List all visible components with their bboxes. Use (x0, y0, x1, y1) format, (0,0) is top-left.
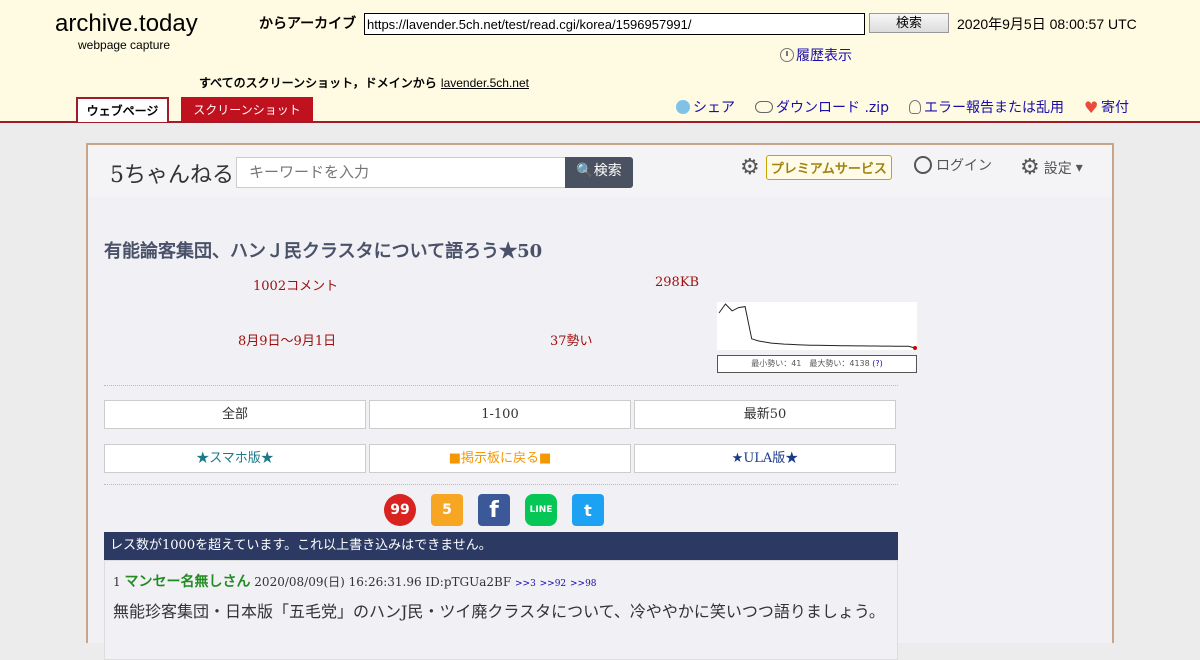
thread-size: 298KB (655, 275, 700, 290)
all-screenshots-prefix: すべてのスクリーンショット，ドメインから (199, 76, 437, 90)
settings-menu[interactable]: ⚙ 設定 ▾ (1020, 155, 1083, 180)
post-ref-link[interactable]: >>3 (515, 579, 536, 589)
thread-full-notice: レス数が1000を超えています。これ以上書き込みはできません。 (104, 532, 898, 560)
post-ref-link[interactable]: >>98 (570, 579, 597, 589)
history-link[interactable]: 履歴表示 (780, 45, 852, 65)
site-topbar: 5ちゃんねる 🔍検索 ⚙ プレミアムサービス ログイン ⚙ 設定 ▾ (88, 145, 1112, 197)
thread-links: ★スマホ版★ ■掲示板に戻る■ ★ULA版★ (104, 444, 896, 473)
social-share-bar: 99 5 f LINE t (384, 494, 604, 526)
graph-caption-text: 最小勢い：41 最大勢い：4138 (751, 359, 870, 368)
momentum-end-point (913, 346, 917, 350)
tab-screenshot[interactable]: スクリーンショット (181, 97, 313, 121)
settings-label: 設定 (1043, 160, 1072, 177)
archived-page: 5ちゃんねる 🔍検索 ⚙ プレミアムサービス ログイン ⚙ 設定 ▾ 有能論客集… (86, 143, 1114, 660)
post-header: 1 マンセー名無しさん 2020/08/09(日) 16:26:31.96 ID… (113, 571, 597, 591)
post: 1 マンセー名無しさん 2020/08/09(日) 16:26:31.96 ID… (104, 560, 898, 660)
thread-period: 8月9日〜9月1日 (238, 334, 337, 349)
all-screenshots-line: すべてのスクリーンショット，ドメインから lavender.5ch.net (199, 74, 529, 91)
heart-icon: ♥ (1084, 97, 1099, 117)
divider (104, 484, 898, 485)
archive-logo-subtitle: webpage capture (78, 38, 171, 52)
keyword-search-label: 検索 (593, 163, 622, 179)
history-link-label: 履歴表示 (796, 48, 852, 64)
share-99-icon[interactable]: 99 (384, 494, 416, 526)
thread-nav: 全部 1-100 最新50 (104, 400, 896, 429)
post-author: マンセー名無しさん (124, 574, 251, 590)
post-date-id: 2020/08/09(日) 16:26:31.96 ID:pTGUa2BF (254, 575, 512, 589)
share-5ch-icon[interactable]: 5 (431, 494, 463, 526)
nav-all-button[interactable]: 全部 (104, 400, 366, 429)
thread-momentum: 37勢い (550, 334, 593, 349)
tab-webpage[interactable]: ウェブページ (76, 97, 169, 122)
post-ref-link[interactable]: >>92 (540, 579, 567, 589)
share-label: シェア (693, 100, 735, 116)
domain-link[interactable]: lavender.5ch.net (441, 76, 529, 90)
badge-icon: ⚙ (740, 155, 760, 180)
post-body: 無能珍客集団・日本版「五毛党」のハンJ民・ツイ廃クラスタについて、冷ややかに笑い… (113, 602, 885, 621)
thread-title: 有能論客集団、ハンＪ民クラスタについて語ろう★50 (104, 241, 543, 262)
donate-link[interactable]: ♥ 寄付 (1084, 97, 1129, 117)
comment-count: 1002コメント (253, 279, 339, 294)
download-link[interactable]: ダウンロード .zip (755, 97, 889, 117)
momentum-line (718, 303, 916, 349)
share-link[interactable]: シェア (676, 97, 735, 117)
capture-date: 2020年9月5日 08:00:57 UTC (957, 16, 1137, 32)
clock-icon (780, 48, 794, 62)
keyword-search-input[interactable] (236, 157, 566, 188)
line-icon[interactable]: LINE (525, 494, 557, 526)
site-logo[interactable]: 5ちゃんねる (110, 157, 234, 189)
login-label: ログイン (936, 158, 992, 174)
archive-url-label: からアーカイブ (259, 16, 357, 32)
facebook-icon[interactable]: f (478, 494, 510, 526)
donate-label: 寄付 (1101, 100, 1130, 116)
report-link[interactable]: エラー報告または乱用 (909, 97, 1064, 117)
archive-search-button[interactable]: 検索 (869, 13, 949, 33)
momentum-graph-caption: 最小勢い：41 最大勢い：4138 (?) (717, 355, 917, 373)
ula-version-link[interactable]: ★ULA版★ (634, 444, 896, 473)
login-icon (914, 156, 932, 174)
smartphone-version-link[interactable]: ★スマホ版★ (104, 444, 366, 473)
premium-label: プレミアムサービス (765, 155, 892, 180)
back-to-board-link[interactable]: ■掲示板に戻る■ (369, 444, 631, 473)
twitter-icon[interactable]: t (572, 494, 604, 526)
graph-help-link[interactable]: (?) (872, 359, 883, 368)
momentum-graph (717, 302, 917, 350)
nav-latest50-button[interactable]: 最新50 (634, 400, 896, 429)
gear-icon: ⚙ (1020, 155, 1040, 180)
login-link[interactable]: ログイン (914, 155, 992, 175)
download-label: ダウンロード .zip (776, 100, 890, 116)
divider (104, 385, 898, 386)
archive-actions: シェア ダウンロード .zip エラー報告または乱用 ♥ 寄付 (676, 97, 1129, 117)
bulb-icon (909, 100, 922, 114)
keyword-search-button[interactable]: 🔍検索 (565, 157, 633, 188)
share-icon (676, 100, 690, 114)
report-label: エラー報告または乱用 (924, 100, 1065, 116)
post-number: 1 (113, 575, 121, 589)
cloud-download-icon (755, 101, 773, 113)
archive-url-input[interactable] (364, 13, 865, 35)
premium-service[interactable]: ⚙ プレミアムサービス (740, 155, 892, 180)
archive-logo-title[interactable]: archive.today (55, 10, 198, 38)
chevron-down-icon: ▾ (1075, 159, 1083, 176)
archive-header: archive.today webpage capture からアーカイブ 検索… (0, 0, 1200, 123)
nav-1-100-button[interactable]: 1-100 (369, 400, 631, 429)
